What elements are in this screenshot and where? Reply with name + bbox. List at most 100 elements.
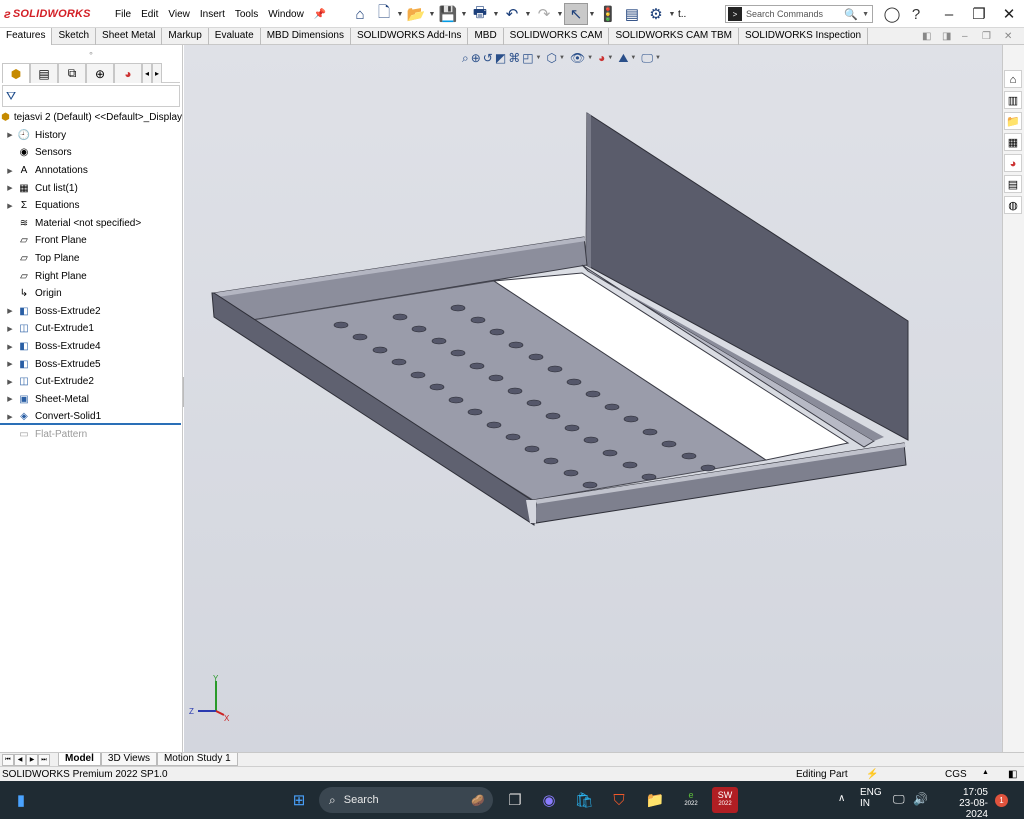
taskbar-search-box[interactable]: ⌕ Search 🥔 — [319, 787, 493, 813]
design-library-icon[interactable]: ▥ — [1004, 91, 1022, 109]
tree-item-boss-extrude2[interactable]: ▶ ◧ Boss-Extrude2 — [0, 303, 182, 321]
display-manager-tab-icon[interactable]: ◕ — [114, 63, 142, 83]
prev-tab-icon[interactable]: ◀ — [14, 753, 26, 766]
tile-left-icon[interactable]: ◧ — [922, 31, 931, 42]
dimxpert-tab-icon[interactable]: ⊕ — [86, 63, 114, 83]
rollback-bar[interactable] — [0, 423, 181, 425]
status-units[interactable]: CGS — [945, 769, 967, 780]
undo-icon[interactable]: ↶ — [500, 3, 524, 25]
tree-item-boss-extrude4[interactable]: ▶ ◧ Boss-Extrude4 — [0, 338, 182, 356]
solidworks-logo[interactable]: ƨ SOLIDWORKS — [4, 6, 91, 22]
filter-icon[interactable]: ⛛ — [2, 85, 180, 107]
tab-sketch[interactable]: Sketch — [52, 28, 97, 45]
tab-3d-views[interactable]: 3D Views — [100, 753, 157, 766]
configuration-manager-tab-icon[interactable]: ⧉ — [58, 63, 86, 83]
tab-scroll-right-icon[interactable]: ▸ — [152, 63, 162, 83]
panel-grip-icon[interactable]: ⚬ — [0, 45, 182, 63]
menu-tools[interactable]: Tools — [230, 9, 263, 20]
menu-view[interactable]: View — [163, 9, 195, 20]
expand-icon[interactable]: ▶ — [4, 131, 16, 139]
tab-scroll-left-icon[interactable]: ◂ — [142, 63, 152, 83]
first-tab-icon[interactable]: ⏮ — [2, 753, 14, 766]
tile-right-icon[interactable]: ◨ — [942, 31, 951, 42]
tree-item-material[interactable]: ≋ Material <not specified> — [0, 215, 182, 233]
tree-item-cut-extrude2[interactable]: ▶ ◫ Cut-Extrude2 — [0, 373, 182, 391]
close-icon[interactable]: ✕ — [994, 5, 1024, 23]
print-icon[interactable]: 🖶 — [468, 3, 492, 25]
status-grip-icon[interactable]: ◧ — [1008, 769, 1017, 780]
menu-file[interactable]: File — [110, 9, 136, 20]
tab-markup[interactable]: Markup — [162, 28, 209, 45]
doc-minimize-icon[interactable]: – — [962, 31, 968, 42]
next-tab-icon[interactable]: ▶ — [26, 753, 38, 766]
tree-item-front-plane[interactable]: ▱ Front Plane — [0, 232, 182, 250]
expand-icon[interactable]: ▶ — [4, 378, 16, 386]
feature-manager-tab-icon[interactable]: ⬢ — [2, 63, 30, 83]
tree-item-right-plane[interactable]: ▱ Right Plane — [0, 267, 182, 285]
open-folder-icon[interactable]: 📂 — [404, 3, 428, 25]
tab-features[interactable]: Features — [0, 28, 53, 45]
tree-item-history[interactable]: ▶ 🕘 History — [0, 127, 182, 145]
tree-item-equations[interactable]: ▶ Σ Equations — [0, 197, 182, 215]
home-icon[interactable]: ⌂ — [348, 3, 372, 25]
print-dropdown[interactable]: ▼ — [492, 11, 500, 18]
new-dropdown[interactable]: ▼ — [396, 11, 404, 18]
tab-motion-study[interactable]: Motion Study 1 — [156, 753, 238, 766]
tray-language[interactable]: ENG IN — [860, 787, 882, 809]
user-account-icon[interactable]: ◯ — [880, 3, 904, 25]
save-icon[interactable]: 💾 — [436, 3, 460, 25]
last-tab-icon[interactable]: ⏭ — [38, 753, 50, 766]
tree-item-annotations[interactable]: ▶ A Annotations — [0, 162, 182, 180]
tab-solidworks-cam-tbm[interactable]: SOLIDWORKS CAM TBM — [609, 28, 739, 45]
search-commands-box[interactable]: > Search Commands 🔍 ▼ — [725, 5, 873, 23]
widgets-icon[interactable]: ▮ — [8, 787, 34, 813]
select-arrow-icon[interactable]: ↖ — [564, 3, 588, 25]
doc-restore-icon[interactable]: ❐ — [982, 31, 991, 42]
graphics-area[interactable]: ⌕ ⊕ ↺ ◩ ⌘ ◰ ▼ ⬡ ▼ 👁 ▼ ◕ ▼ ⛰ ▼ 🖵 ▼ Y Z X — [184, 45, 1002, 752]
expand-icon[interactable]: ▶ — [4, 395, 16, 403]
solidworks-forum-icon[interactable]: ◍ — [1004, 196, 1022, 214]
tree-item-sensors[interactable]: ◉ Sensors — [0, 144, 182, 162]
tree-root-part[interactable]: ⬢ tejasvi 2 (Default) <<Default>_Display — [0, 109, 182, 127]
expand-icon[interactable]: ▶ — [4, 202, 16, 210]
rebuild-icon[interactable]: ⚡ — [866, 769, 878, 780]
options-dropdown[interactable]: ▼ — [668, 11, 676, 18]
minimize-icon[interactable]: – — [934, 6, 964, 23]
task-view-icon[interactable]: ❐ — [502, 787, 528, 813]
tree-item-flat-pattern[interactable]: ▭ Flat-Pattern — [0, 426, 182, 444]
tree-item-cut-extrude1[interactable]: ▶ ◫ Cut-Extrude1 — [0, 320, 182, 338]
solidworks-taskbar-icon[interactable]: SW 2022 — [712, 787, 738, 813]
tree-item-sheet-metal[interactable]: ▶ ▣ Sheet-Metal — [0, 391, 182, 409]
store-icon[interactable]: 🛍 — [571, 787, 597, 813]
help-icon[interactable]: ? — [904, 3, 928, 25]
tab-evaluate[interactable]: Evaluate — [209, 28, 261, 45]
tab-solidworks-inspection[interactable]: SOLIDWORKS Inspection — [739, 28, 869, 45]
tab-solidworks-add-ins[interactable]: SOLIDWORKS Add-Ins — [351, 28, 469, 45]
notification-badge[interactable]: 1 — [995, 794, 1008, 807]
edrawings-icon[interactable]: e 2022 — [678, 787, 704, 813]
menu-window[interactable]: Window — [263, 9, 309, 20]
file-explorer-taskbar-icon[interactable]: 📁 — [642, 787, 668, 813]
tree-item-origin[interactable]: ↳ Origin — [0, 285, 182, 303]
menu-edit[interactable]: Edit — [136, 9, 163, 20]
redo-icon[interactable]: ↷ — [532, 3, 556, 25]
expand-icon[interactable]: ▶ — [4, 343, 16, 351]
tray-clock[interactable]: 17:05 23-08-2024 — [938, 787, 988, 820]
solidworks-resources-icon[interactable]: ⌂ — [1004, 70, 1022, 88]
undo-dropdown[interactable]: ▼ — [524, 11, 532, 18]
pin-icon[interactable]: 📌 — [309, 9, 331, 20]
select-dropdown[interactable]: ▼ — [588, 11, 596, 18]
file-explorer-icon[interactable]: 📁 — [1004, 112, 1022, 130]
appearances-icon[interactable]: ◕ — [1004, 154, 1022, 172]
units-dropdown-icon[interactable]: ▲ — [982, 769, 989, 776]
redo-dropdown[interactable]: ▼ — [556, 11, 564, 18]
tab-sheet-metal[interactable]: Sheet Metal — [96, 28, 163, 45]
expand-icon[interactable]: ▶ — [4, 307, 16, 315]
restore-icon[interactable]: ❐ — [964, 5, 994, 23]
toolbar-overflow-label[interactable]: t.. — [678, 9, 686, 20]
tree-item-top-plane[interactable]: ▱ Top Plane — [0, 250, 182, 268]
tab-mbd[interactable]: MBD — [468, 28, 504, 45]
open-dropdown[interactable]: ▼ — [428, 11, 436, 18]
chat-icon[interactable]: ◉ — [536, 787, 562, 813]
volume-icon[interactable]: 🔊 — [913, 792, 928, 806]
